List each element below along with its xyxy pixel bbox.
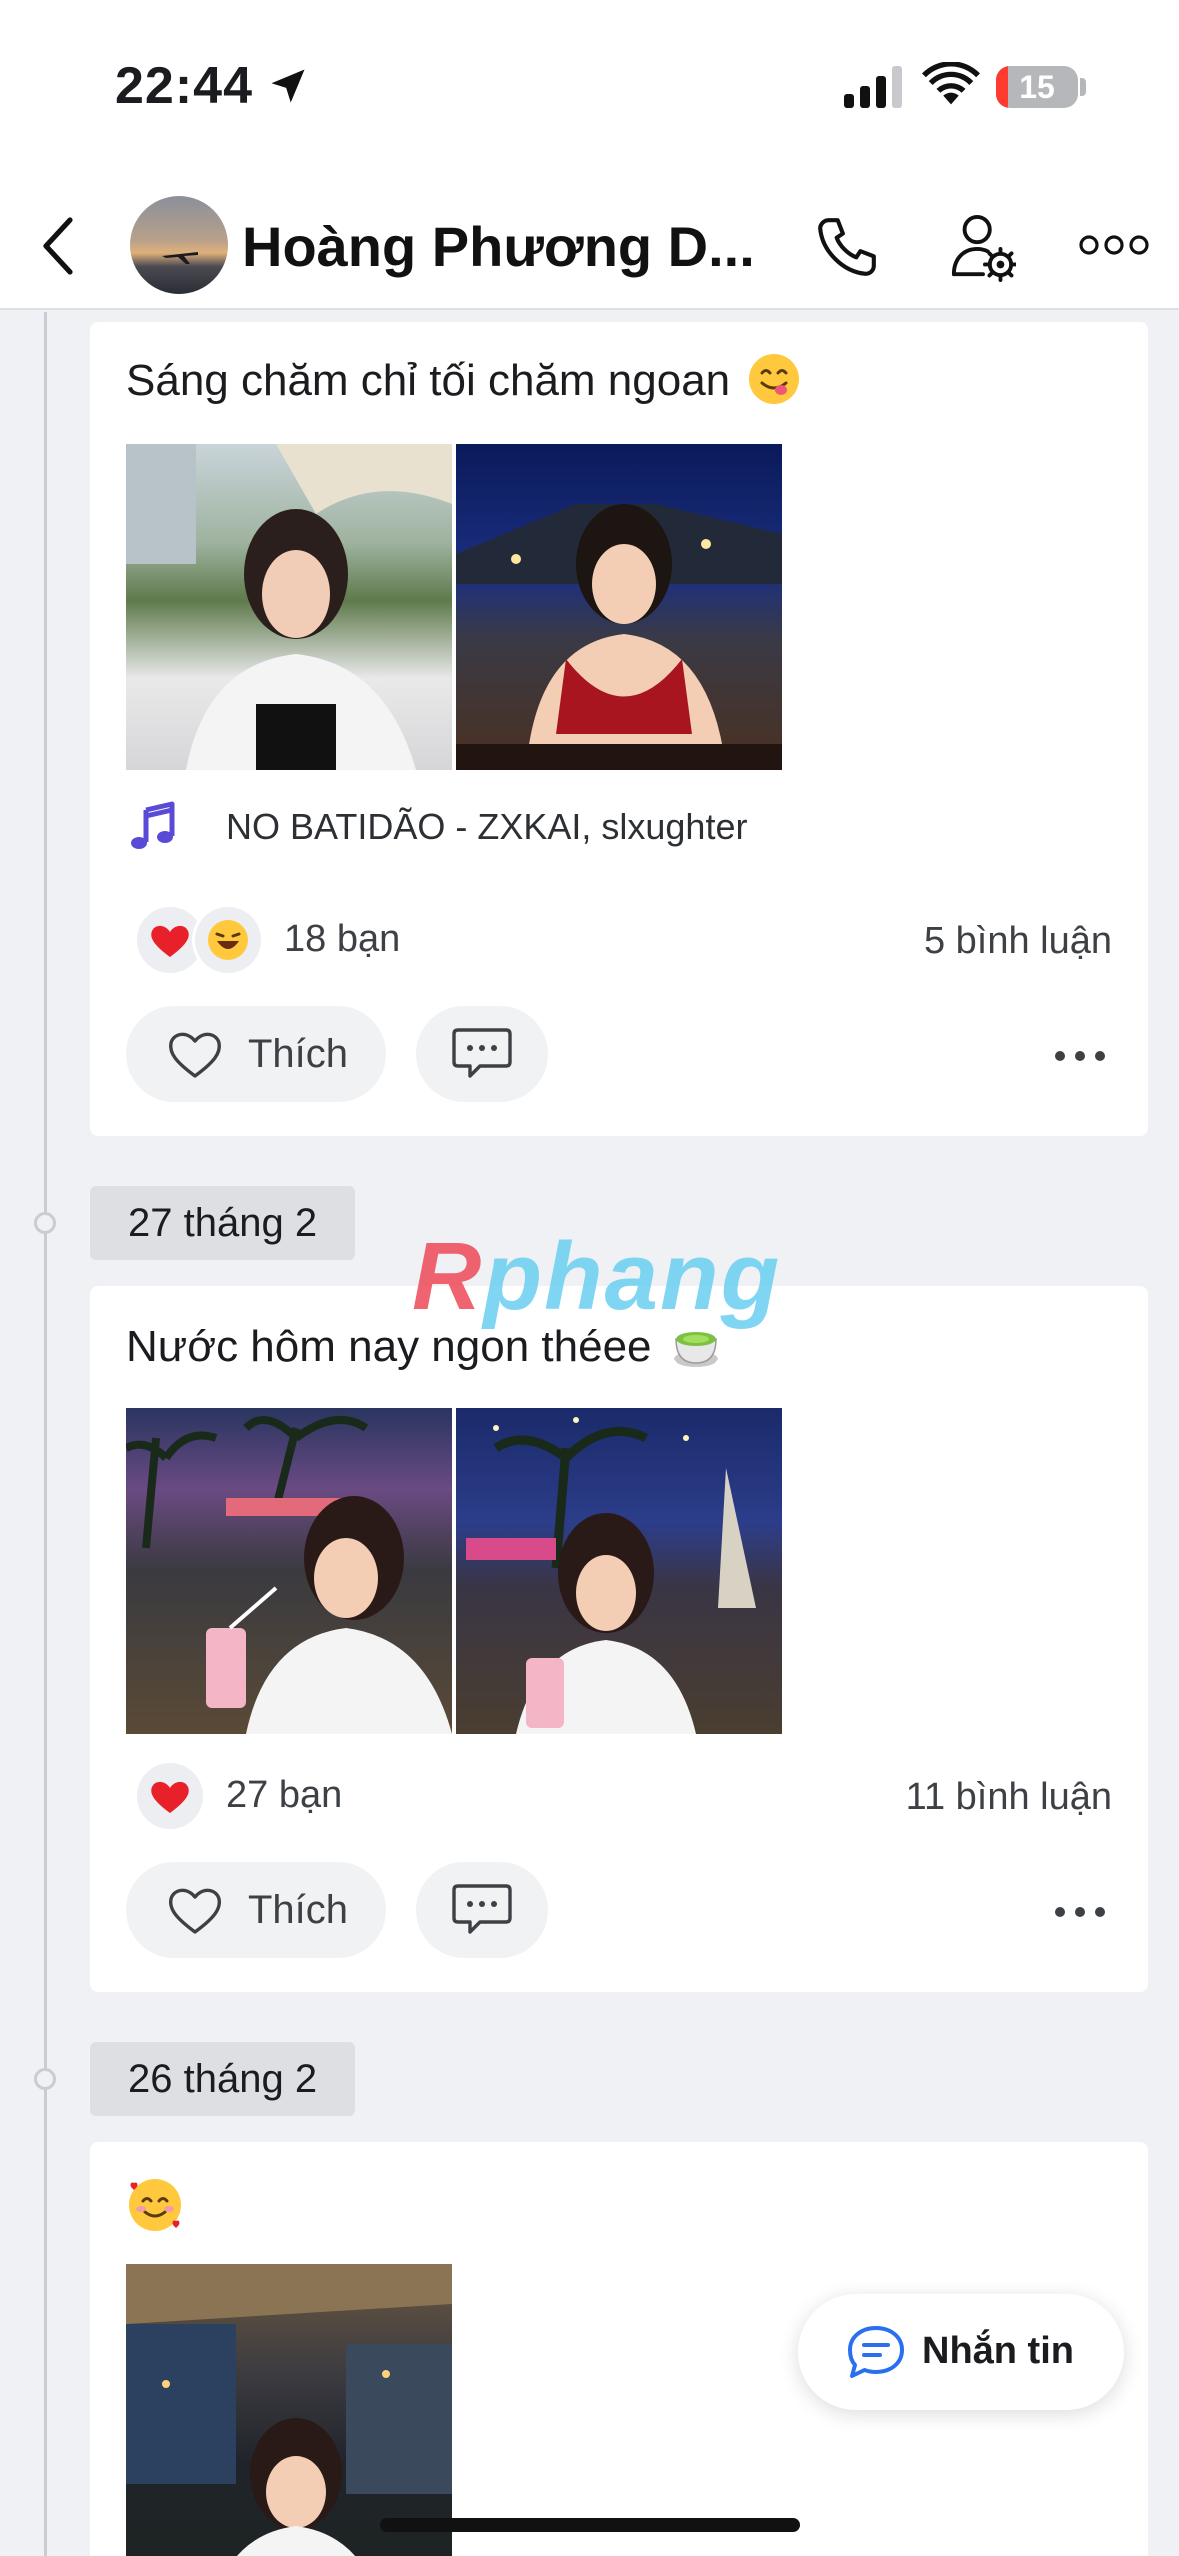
laughing-face-icon (208, 920, 248, 960)
airplane-silhouette (162, 252, 198, 264)
post-photo[interactable] (456, 444, 782, 770)
send-message-label: Nhắn tin (922, 2330, 1074, 2372)
watermark: Rphang (412, 1222, 781, 1332)
like-button[interactable]: Thích (126, 1862, 386, 1958)
send-message-button[interactable]: Nhắn tin (798, 2294, 1124, 2410)
photo-content (126, 2264, 452, 2556)
yum-face-emoji-icon (749, 354, 800, 405)
post-text: Sáng chăm chỉ tối chăm ngoan (126, 354, 800, 409)
reactions-summary[interactable]: 27 bạn (134, 1760, 394, 1832)
watermark-rest: phang (483, 1223, 782, 1330)
status-time: 22:44 (115, 57, 253, 115)
comments-count[interactable]: 5 bình luận (924, 920, 1112, 963)
comments-count[interactable]: 11 bình luận (906, 1776, 1112, 1819)
post-photo[interactable] (126, 2264, 452, 2556)
photo-content (466, 1417, 756, 1734)
chat-header: Hoàng Phương D... (0, 180, 1179, 310)
wifi-icon (922, 62, 980, 105)
cellular-signal-icon (844, 66, 902, 108)
reaction-count: 18 bạn (284, 918, 401, 960)
comment-bubble-icon (452, 1028, 512, 1078)
music-title: NO BATIDÃO - ZXKAI, slxughter (226, 806, 748, 847)
photo-content (456, 504, 782, 770)
post-more-icon[interactable] (1052, 1904, 1108, 1920)
post-card: Sáng chăm chỉ tối chăm ngoan NO BATIDÃO … (90, 322, 1148, 1136)
avatar[interactable] (130, 196, 228, 294)
contact-name[interactable]: Hoàng Phương D... (242, 214, 755, 279)
user-settings-icon[interactable] (950, 212, 1016, 282)
more-options-icon[interactable] (1078, 232, 1150, 258)
reactions-summary[interactable]: 18 bạn (134, 904, 434, 976)
timeline-dot (34, 1212, 56, 1234)
home-indicator[interactable] (380, 2518, 800, 2532)
photo-content (126, 444, 452, 770)
back-chevron-icon[interactable] (38, 216, 78, 276)
chat-bubble-icon (848, 2326, 904, 2378)
battery-nub (1080, 78, 1086, 96)
laugh-reaction (192, 904, 264, 976)
battery-level: 15 (1019, 69, 1055, 105)
date-chip: 27 tháng 2 (90, 1186, 356, 1260)
smiling-face-hearts-emoji-icon (129, 2179, 181, 2231)
comment-button[interactable] (416, 1006, 548, 1102)
battery-indicator: 15 (996, 66, 1078, 108)
phone-call-icon[interactable] (814, 214, 880, 280)
comment-bubble-icon (452, 1884, 512, 1934)
heart-icon (151, 1781, 189, 1813)
like-label: Thích (248, 1032, 349, 1076)
heart-outline-icon (168, 1888, 222, 1934)
post-photo[interactable] (456, 1408, 782, 1734)
location-arrow-icon (271, 69, 305, 103)
music-note-icon (131, 801, 175, 849)
post-photo[interactable] (126, 444, 452, 770)
comment-button[interactable] (416, 1862, 548, 1958)
status-bar: 22:44 15 (0, 0, 1179, 180)
like-label: Thích (248, 1888, 349, 1932)
post-more-icon[interactable] (1052, 1048, 1108, 1064)
heart-outline-icon (168, 1032, 222, 1078)
post-caption: Sáng chăm chỉ tối chăm ngoan (126, 356, 731, 405)
watermark-first: R (412, 1223, 484, 1330)
like-button[interactable]: Thích (126, 1006, 386, 1102)
timeline-dot (34, 2068, 56, 2090)
post-card: Nước hôm nay ngon théee 27 bạn 11 bình l… (90, 1286, 1148, 1992)
reaction-count: 27 bạn (226, 1774, 343, 1816)
photo-content (126, 1416, 452, 1734)
heart-reaction (134, 1760, 206, 1832)
timeline-line (44, 312, 47, 2556)
post-photo[interactable] (126, 1408, 452, 1734)
date-chip: 26 tháng 2 (90, 2042, 356, 2116)
